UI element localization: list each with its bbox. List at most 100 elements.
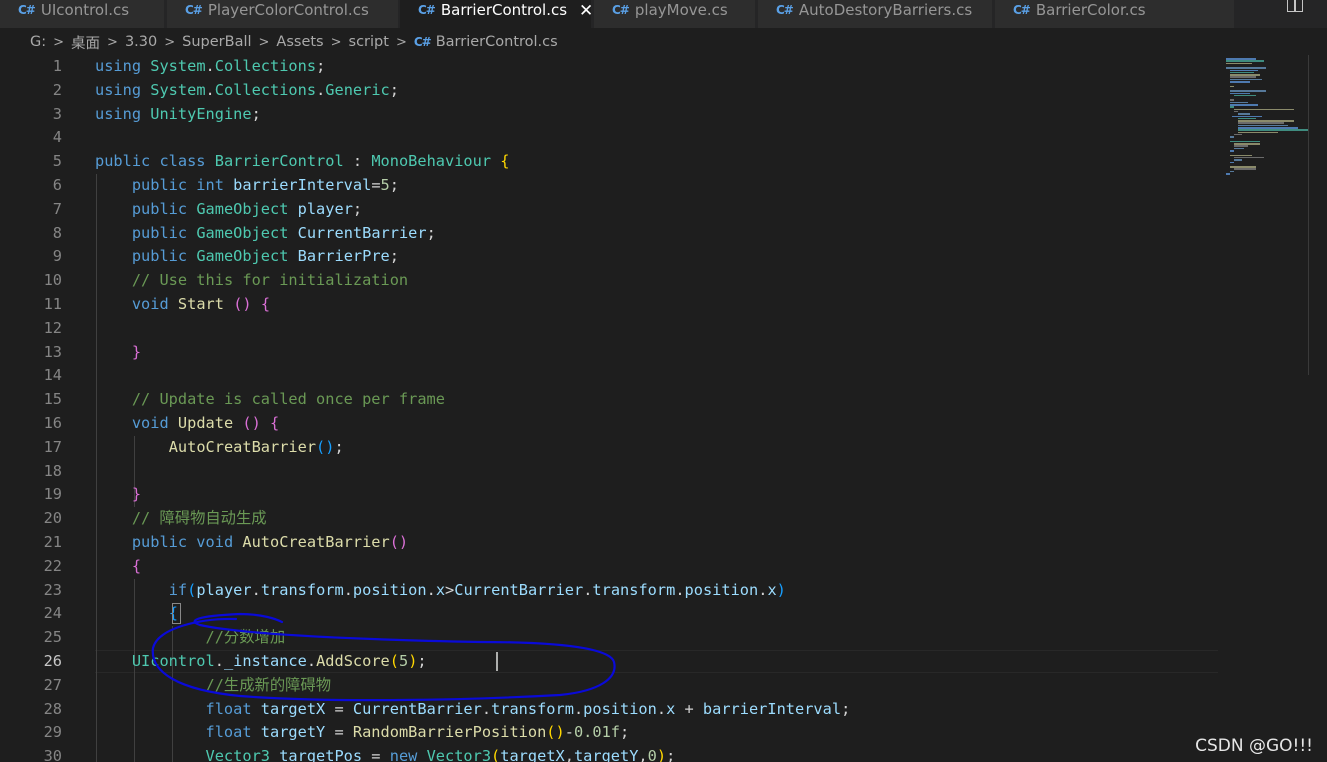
code-line[interactable]: // 障碍物自动生成 [95,507,267,531]
minimap-line [1238,131,1278,134]
code-line[interactable]: // Update is called once per frame [95,388,445,412]
tab-barriercontrol[interactable]: C# BarrierControl.cs ✕ [400,0,592,28]
code-line[interactable]: public GameObject player; [95,198,362,222]
code-token: float [205,723,261,742]
code-line[interactable]: { [95,602,178,626]
code-line[interactable]: using System.Collections.Generic; [95,79,399,103]
code-line[interactable]: public GameObject CurrentBarrier; [95,222,436,246]
code-token: . [343,580,353,599]
code-token: BarrierPre [297,247,390,266]
line-number: 8 [52,223,62,242]
code-token: { [270,414,280,432]
code-token: ( [389,652,399,670]
code-token: // Update is called once per frame [131,390,445,409]
breadcrumb-item[interactable]: G: [30,34,46,50]
minimap-line [1234,168,1256,170]
text-cursor [496,652,498,671]
code-token: ; [334,437,344,456]
code-line[interactable]: void Update () { [95,412,279,436]
code-token: . [251,580,261,599]
code-token: CurrentBarrier [297,223,427,242]
scrollbar-track[interactable] [1308,55,1309,375]
code-line[interactable]: using System.Collections; [95,55,325,79]
code-line[interactable]: } [95,483,141,507]
code-line[interactable]: public GameObject BarrierPre; [95,245,399,269]
tab-playmove[interactable]: C# playMove.cs [594,0,756,28]
code-token: () [546,723,565,742]
code-token: () [389,533,409,551]
code-line[interactable]: { [95,555,141,579]
code-token: position [352,580,427,599]
code-token: x [767,580,777,599]
breadcrumb-item[interactable]: script [349,34,389,50]
code-token: , [638,747,648,762]
line-number: 6 [52,176,62,194]
code-line[interactable]: using UnityEngine; [95,103,261,127]
code-token: . [214,652,224,670]
tab-autodestorybarriers[interactable]: C# AutoDestoryBarriers.cs [758,0,993,28]
code-token: transform [260,580,344,599]
code-token: . [316,80,326,99]
code-token: ; [426,223,436,242]
code-token: Collections [214,57,317,75]
code-editor[interactable]: 1 using System.Collections; 2 using System.… [0,55,1218,762]
breadcrumb-item[interactable]: 桌面 [71,32,100,53]
code-token: { [260,295,271,313]
code-token: AutoCreatBarrier [168,437,317,456]
tab-uicontrol[interactable]: C# UIcontrol.cs [0,0,165,28]
code-line[interactable]: Vector3 targetPos = new Vector3(targetX,… [95,745,676,762]
code-token: _instance [223,652,307,670]
code-token: targetPos [279,747,363,762]
code-line[interactable]: void Start () { [95,293,270,317]
code-line[interactable]: UIcontrol._instance.AddScore(5); [95,650,427,674]
code-token: Vector3 [205,747,270,762]
code-line[interactable]: public class BarrierControl : MonoBehavi… [95,150,509,174]
code-line[interactable]: float targetX = CurrentBarrier.transform… [95,698,851,722]
code-line[interactable]: if(player.transform.position.x>CurrentBa… [95,579,786,603]
minimap-line [1234,147,1244,150]
code-token: > [445,580,455,599]
code-token: //生成新的障碍物 [205,675,332,694]
line-number: 23 [43,580,62,599]
code-line[interactable]: AutoCreatBarrier(); [95,436,344,460]
code-token: BarrierControl [214,152,344,171]
code-token: { [500,152,510,171]
breadcrumb-file[interactable]: BarrierControl.cs [436,34,558,50]
code-token: transform [592,580,676,599]
minimap-line [1230,150,1234,152]
breadcrumb-item[interactable]: Assets [276,34,323,50]
split-editor-icon[interactable] [1287,0,1303,12]
code-line[interactable]: public void AutoCreatBarrier() [95,531,408,555]
breadcrumb-item[interactable]: 3.30 [125,34,157,50]
csharp-file-icon: C# [413,35,432,49]
code-line[interactable]: // Use this for initialization [95,269,408,293]
code-line[interactable]: public int barrierInterval=5; [95,174,399,198]
code-token: - [564,723,574,742]
code-line[interactable]: } [95,341,141,365]
code-token: ; [841,699,851,718]
code-line[interactable]: //生成新的障碍物 [95,674,332,698]
code-token: () [316,437,335,456]
code-line[interactable]: //分数增加 [95,626,286,650]
code-token: player [297,199,353,218]
code-token: CurrentBarrier [454,580,584,599]
tab-playercolorcontrol[interactable]: C# PlayerColorControl.cs [167,0,399,28]
line-number: 22 [43,556,62,575]
minimap[interactable] [1218,55,1327,762]
minimap-line [1230,170,1234,173]
breadcrumb-item[interactable]: SuperBall [182,34,251,50]
close-icon[interactable]: ✕ [579,1,591,21]
tab-barriercolor[interactable]: C# BarrierColor.cs [995,0,1235,28]
code-line[interactable]: float targetY = RandomBarrierPosition()-… [95,721,630,745]
code-token: = [325,723,353,742]
